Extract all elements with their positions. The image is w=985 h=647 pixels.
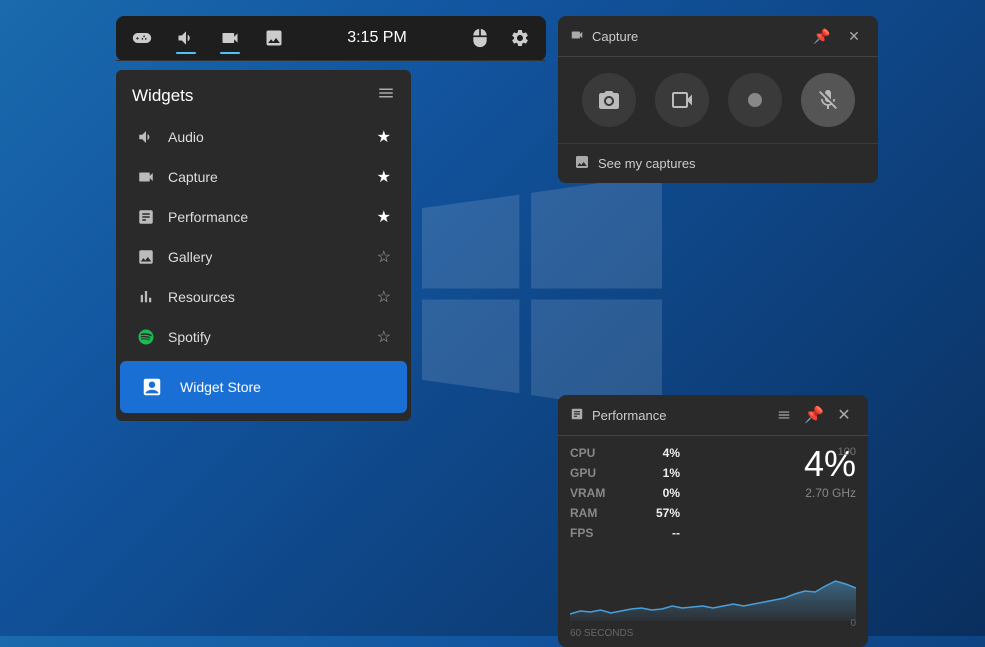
- controller-icon[interactable]: [128, 24, 156, 52]
- gallery-item-label: Gallery: [168, 249, 212, 265]
- perf-chart: [570, 556, 856, 621]
- ram-stat-row: RAM 57%: [570, 506, 680, 520]
- perf-chart-labels: 60 SECONDS: [570, 628, 856, 639]
- gallery-star[interactable]: ☆: [377, 247, 391, 267]
- gamebar-time: 3:15 PM: [288, 29, 466, 47]
- capture-buttons: [558, 57, 878, 143]
- capture-icon[interactable]: [216, 24, 244, 52]
- gamebar-right: [466, 24, 534, 52]
- widget-item-performance[interactable]: Performance ★: [120, 197, 407, 237]
- see-captures-icon: [574, 154, 590, 173]
- resources-item-label: Resources: [168, 289, 235, 305]
- spotify-item-label: Spotify: [168, 329, 211, 345]
- settings-icon[interactable]: [506, 24, 534, 52]
- performance-popup: Performance 📌 ✕ CPU 4% GPU 1% VRAM 0%: [558, 395, 868, 647]
- perf-big-stat: 100 4% 2.70 GHz: [680, 446, 856, 546]
- cpu-stat-row: CPU 4%: [570, 446, 680, 460]
- cpu-label: CPU: [570, 446, 595, 460]
- resources-star[interactable]: ☆: [377, 287, 391, 307]
- widget-store-icon: [136, 371, 168, 403]
- gpu-stat-row: GPU 1%: [570, 466, 680, 480]
- spotify-star[interactable]: ☆: [377, 327, 391, 347]
- perf-pin-button[interactable]: 📌: [802, 403, 826, 427]
- fps-value: --: [672, 526, 680, 540]
- perf-title-icon: [570, 407, 584, 424]
- record-dot: [748, 93, 762, 107]
- widgets-title: Widgets: [132, 86, 193, 106]
- perf-close-button[interactable]: ✕: [832, 403, 856, 427]
- resources-item-icon: [136, 287, 156, 307]
- no-camera-button[interactable]: [655, 73, 709, 127]
- gallery-icon[interactable]: [260, 24, 288, 52]
- mic-button[interactable]: [801, 73, 855, 127]
- fps-stat-row: FPS --: [570, 526, 680, 540]
- audio-item-label: Audio: [168, 129, 204, 145]
- gamebar: 3:15 PM: [116, 16, 546, 61]
- widget-item-spotify[interactable]: Spotify ☆: [120, 317, 407, 357]
- ram-value: 57%: [656, 506, 680, 520]
- performance-popup-controls: 📌 ✕: [772, 403, 856, 427]
- gpu-value: 1%: [663, 466, 680, 480]
- perf-time-label: 60 SECONDS: [570, 628, 633, 639]
- capture-item-icon: [136, 167, 156, 187]
- widget-item-gallery[interactable]: Gallery ☆: [120, 237, 407, 277]
- widget-item-resources[interactable]: Resources ☆: [120, 277, 407, 317]
- perf-settings-button[interactable]: [772, 403, 796, 427]
- see-captures-button[interactable]: See my captures: [558, 143, 878, 183]
- performance-popup-header: Performance 📌 ✕: [558, 395, 868, 436]
- gamebar-icons: [128, 24, 288, 52]
- performance-item-icon: [136, 207, 156, 227]
- capture-title-icon: [570, 28, 584, 45]
- perf-chart-area: 60 SECONDS 0: [558, 556, 868, 647]
- see-captures-label: See my captures: [598, 156, 696, 171]
- windows-logo: [422, 174, 662, 414]
- fps-label: FPS: [570, 526, 593, 540]
- capture-popup: Capture 📌 ✕ See my captures: [558, 16, 878, 183]
- widget-store-label: Widget Store: [180, 379, 261, 395]
- widgets-header: Widgets: [116, 70, 411, 117]
- audio-icon[interactable]: [172, 24, 200, 52]
- audio-item-icon: [136, 127, 156, 147]
- perf-max-label: 100: [838, 446, 856, 458]
- perf-ghz-label: 2.70 GHz: [805, 486, 856, 500]
- audio-star[interactable]: ★: [377, 127, 391, 147]
- performance-item-label: Performance: [168, 209, 248, 225]
- screenshot-button[interactable]: [582, 73, 636, 127]
- mouse-icon[interactable]: [466, 24, 494, 52]
- capture-popup-header: Capture 📌 ✕: [558, 16, 878, 57]
- gpu-label: GPU: [570, 466, 596, 480]
- widgets-settings-icon[interactable]: [377, 84, 395, 107]
- performance-star[interactable]: ★: [377, 207, 391, 227]
- spotify-item-icon: [136, 327, 156, 347]
- record-button[interactable]: [728, 73, 782, 127]
- cpu-value: 4%: [663, 446, 680, 460]
- capture-close-button[interactable]: ✕: [842, 24, 866, 48]
- gallery-item-icon: [136, 247, 156, 267]
- perf-body: CPU 4% GPU 1% VRAM 0% RAM 57% FPS -- 100…: [558, 436, 868, 556]
- perf-min-label: 0: [850, 618, 856, 629]
- performance-popup-title: Performance: [592, 408, 666, 423]
- gamebar-header: 3:15 PM: [116, 16, 546, 61]
- capture-item-label: Capture: [168, 169, 218, 185]
- capture-star[interactable]: ★: [377, 167, 391, 187]
- vram-stat-row: VRAM 0%: [570, 486, 680, 500]
- vram-value: 0%: [663, 486, 680, 500]
- capture-popup-controls: 📌 ✕: [810, 24, 866, 48]
- widget-store-item[interactable]: Widget Store: [120, 361, 407, 413]
- widget-item-capture[interactable]: Capture ★: [120, 157, 407, 197]
- widgets-panel: Widgets Audio ★ Capture ★ Perform: [116, 70, 411, 421]
- capture-pin-button[interactable]: 📌: [810, 24, 834, 48]
- ram-label: RAM: [570, 506, 597, 520]
- capture-popup-title: Capture: [592, 29, 638, 44]
- vram-label: VRAM: [570, 486, 605, 500]
- widget-item-audio[interactable]: Audio ★: [120, 117, 407, 157]
- perf-stats: CPU 4% GPU 1% VRAM 0% RAM 57% FPS --: [570, 446, 680, 546]
